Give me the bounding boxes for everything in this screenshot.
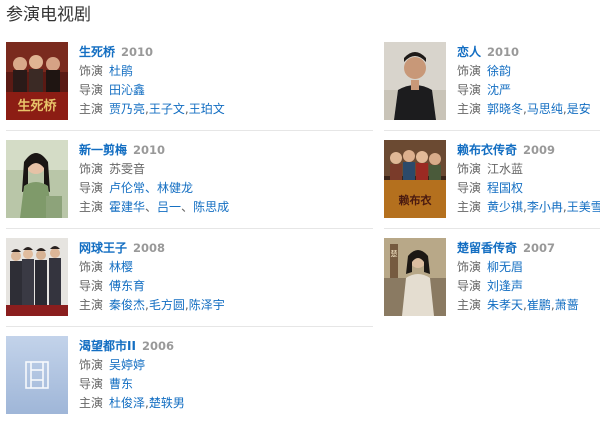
cast-label: 主演 xyxy=(457,298,482,312)
cast-link[interactable]: 萧蔷 xyxy=(555,298,579,312)
svg-text:楚: 楚 xyxy=(391,249,398,258)
cast-link[interactable]: 王子文 xyxy=(149,102,185,116)
director-link[interactable]: 傅东育 xyxy=(109,279,145,293)
drama-poster[interactable] xyxy=(384,42,446,120)
cast-link[interactable]: 崔鹏 xyxy=(527,298,551,312)
role-text: 江水蓝 xyxy=(487,162,524,176)
director-label: 导演 xyxy=(457,279,482,293)
drama-card: 恋人 2010 饰演 徐韵 导演 沈严 主演 郭晓冬,马思纯,是安 xyxy=(384,42,600,122)
drama-poster[interactable]: 赖布衣 xyxy=(384,140,446,218)
role-label: 饰演 xyxy=(457,260,482,274)
drama-card: 生死桥 生死桥 2010 饰演 杜鹃 导演 田沁鑫 主演 贾乃亮,王子文,王珀文 xyxy=(6,42,378,122)
drama-poster[interactable] xyxy=(6,140,68,218)
cast-label: 主演 xyxy=(79,298,104,312)
drama-title-link[interactable]: 赖布衣传奇 xyxy=(457,143,517,157)
director-label: 导演 xyxy=(79,279,104,293)
role-link[interactable]: 吴婷婷 xyxy=(109,358,145,372)
cast-label: 主演 xyxy=(457,200,482,214)
drama-year: 2010 xyxy=(133,143,166,157)
cast-link[interactable]: 是安 xyxy=(567,102,591,116)
role-label: 饰演 xyxy=(457,64,482,78)
drama-card: 渴望都市II 2006 饰演 吴婷婷 导演 曹东 主演 杜俊泽,楚轶男 xyxy=(6,336,378,416)
drama-title-link[interactable]: 恋人 xyxy=(457,45,481,59)
row-divider xyxy=(6,228,373,229)
drama-title-link[interactable]: 生死桥 xyxy=(79,45,115,59)
cast-link[interactable]: 吕一 xyxy=(157,200,181,214)
cast-label: 主演 xyxy=(79,102,104,116)
role-link[interactable]: 林樱 xyxy=(109,260,133,274)
row-divider xyxy=(384,228,600,229)
drama-title-link[interactable]: 网球王子 xyxy=(79,241,127,255)
drama-poster[interactable]: 生死桥 xyxy=(6,42,68,120)
director-link[interactable]: 曹东 xyxy=(109,377,133,391)
drama-year: 2007 xyxy=(523,241,556,255)
cast-label: 主演 xyxy=(79,396,104,410)
svg-text:赖布衣: 赖布衣 xyxy=(399,193,433,207)
role-label: 饰演 xyxy=(79,260,104,274)
role-link[interactable]: 杜鹃 xyxy=(109,64,133,78)
drama-year: 2009 xyxy=(523,143,556,157)
cast-link[interactable]: 秦俊杰 xyxy=(109,298,145,312)
cast-link[interactable]: 楚轶男 xyxy=(149,396,185,410)
svg-text:生死桥: 生死桥 xyxy=(17,98,57,114)
drama-card: 赖布衣 赖布衣传奇 2009 饰演 江水蓝 导演 程国权 主演 黄少祺,李小冉,王美雪 xyxy=(384,140,600,220)
drama-card: 网球王子 2008 饰演 林樱 导演 傅东育 主演 秦俊杰,毛方圆,陈泽宇 xyxy=(6,238,378,318)
director-link[interactable]: 刘逢声 xyxy=(487,279,523,293)
director-label: 导演 xyxy=(79,83,104,97)
drama-card: 新一剪梅 2010 饰演 苏雯音 导演 卢伦常、林健龙 主演 霍建华、吕一、陈思成 xyxy=(6,140,378,220)
cast-label: 主演 xyxy=(79,200,104,214)
drama-poster[interactable]: 楚 xyxy=(384,238,446,316)
drama-poster[interactable] xyxy=(6,238,68,316)
director-link[interactable]: 沈严 xyxy=(487,83,511,97)
row-divider xyxy=(6,326,373,327)
role-label: 饰演 xyxy=(79,162,104,176)
drama-year: 2008 xyxy=(133,241,166,255)
cast-link[interactable]: 王珀文 xyxy=(189,102,225,116)
role-label: 饰演 xyxy=(457,162,482,176)
director-label: 导演 xyxy=(79,377,104,391)
drama-card: 楚 楚留香传奇 2007 饰演 柳无眉 导演 刘逢声 主演 朱孝天,崔鹏,萧蔷 xyxy=(384,238,600,318)
drama-title-link[interactable]: 楚留香传奇 xyxy=(457,241,517,255)
drama-year: 2010 xyxy=(121,45,154,59)
drama-year: 2010 xyxy=(487,45,520,59)
director-link[interactable]: 田沁鑫 xyxy=(109,83,145,97)
cast-link[interactable]: 王美雪 xyxy=(567,200,600,214)
cast-link[interactable]: 马思纯 xyxy=(527,102,563,116)
cast-link[interactable]: 霍建华 xyxy=(109,200,145,214)
cast-link[interactable]: 黄少祺 xyxy=(487,200,523,214)
director-label: 导演 xyxy=(79,181,104,195)
cast-link[interactable]: 陈思成 xyxy=(193,200,229,214)
director-label: 导演 xyxy=(457,181,482,195)
row-divider xyxy=(6,130,373,131)
cast-link[interactable]: 朱孝天 xyxy=(487,298,523,312)
director-link[interactable]: 卢伦常、林健龙 xyxy=(109,181,193,195)
drama-title-link[interactable]: 新一剪梅 xyxy=(79,143,127,157)
drama-poster-placeholder[interactable] xyxy=(6,336,68,414)
cast-link[interactable]: 李小冉 xyxy=(527,200,563,214)
role-link[interactable]: 柳无眉 xyxy=(487,260,523,274)
cast-link[interactable]: 毛方圆 xyxy=(149,298,185,312)
cast-link[interactable]: 贾乃亮 xyxy=(109,102,145,116)
role-link[interactable]: 徐韵 xyxy=(487,64,511,78)
role-label: 饰演 xyxy=(79,64,104,78)
cast-link[interactable]: 陈泽宇 xyxy=(189,298,225,312)
drama-title-link[interactable]: 渴望都市II xyxy=(79,339,136,353)
director-label: 导演 xyxy=(457,83,482,97)
role-text: 苏雯音 xyxy=(109,162,146,176)
cast-link[interactable]: 郭晓冬 xyxy=(487,102,523,116)
row-divider xyxy=(384,130,600,131)
drama-year: 2006 xyxy=(141,339,174,353)
role-label: 饰演 xyxy=(79,358,104,372)
cast-label: 主演 xyxy=(457,102,482,116)
director-link[interactable]: 程国权 xyxy=(487,181,523,195)
section-title: 参演电视剧 xyxy=(6,5,91,25)
cast-link[interactable]: 杜俊泽 xyxy=(109,396,145,410)
